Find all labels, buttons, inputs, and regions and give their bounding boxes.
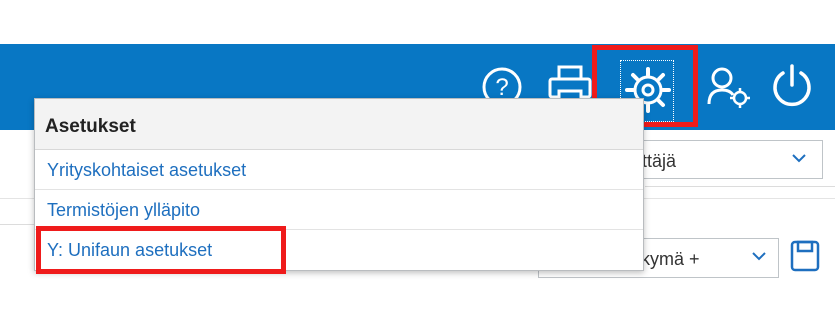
chevron-down-icon bbox=[792, 154, 806, 163]
menu-item-terminology[interactable]: Termistöjen ylläpito bbox=[35, 190, 643, 230]
menu-title: Asetukset bbox=[35, 99, 643, 150]
unifaun-highlight-box bbox=[36, 226, 286, 274]
save-icon[interactable] bbox=[790, 240, 820, 277]
power-icon[interactable] bbox=[769, 63, 815, 109]
chevron-down-icon bbox=[752, 252, 766, 261]
menu-item-company-settings[interactable]: Yrityskohtaiset asetukset bbox=[35, 150, 643, 190]
divider bbox=[0, 224, 36, 225]
user-settings-icon[interactable] bbox=[706, 64, 752, 110]
svg-text:?: ? bbox=[495, 74, 508, 101]
divider bbox=[645, 186, 835, 187]
